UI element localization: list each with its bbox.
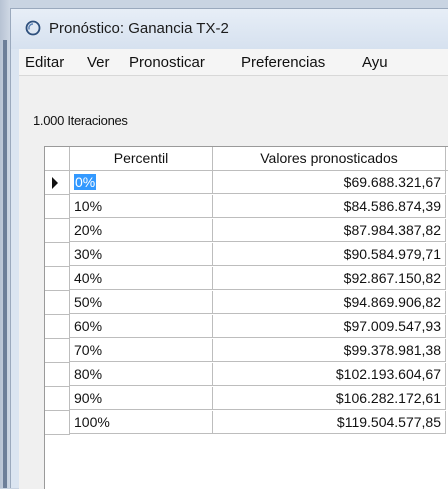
table-row[interactable]: 40% $92.867.150,82 (45, 267, 448, 291)
percentile-cell[interactable]: 40% (70, 267, 213, 290)
table-row[interactable]: 10% $84.586.874,39 (45, 195, 448, 219)
row-selector[interactable] (45, 315, 70, 339)
forecast-window: Pronóstico: Ganancia TX-2 Editar Ver Pro… (10, 8, 448, 489)
column-header-percentile[interactable]: Percentil (70, 147, 213, 170)
row-selector[interactable] (45, 291, 70, 315)
table-header: Percentil Valores pronosticados (45, 147, 448, 171)
row-selector[interactable] (45, 195, 70, 219)
table-corner[interactable] (45, 147, 70, 170)
value-cell[interactable]: $94.869.906,82 (213, 291, 446, 314)
row-selector[interactable] (45, 243, 70, 267)
percentile-cell[interactable]: 0% (70, 171, 213, 194)
percentile-table: Percentil Valores pronosticados 0% $69.6… (44, 146, 448, 489)
row-selector[interactable] (45, 339, 70, 363)
percentile-cell[interactable]: 10% (70, 195, 213, 218)
table-row[interactable]: 0% $69.688.321,67 (45, 171, 448, 195)
percentile-cell[interactable]: 80% (70, 363, 213, 386)
table-row[interactable]: 100% $119.504.577,85 (45, 411, 448, 435)
percentile-cell[interactable]: 50% (70, 291, 213, 314)
table-row[interactable]: 30% $90.584.979,71 (45, 243, 448, 267)
value-cell[interactable]: $106.282.172,61 (213, 387, 446, 410)
crystal-ball-icon (25, 20, 41, 36)
menu-preferencias[interactable]: Preferencias (241, 54, 325, 71)
iterations-count: 1.000 Iteraciones (33, 113, 128, 128)
menu-pronosticar[interactable]: Pronosticar (129, 54, 205, 71)
table-row[interactable]: 50% $94.869.906,82 (45, 291, 448, 315)
window-title: Pronóstico: Ganancia TX-2 (49, 20, 229, 37)
table-row[interactable]: 70% $99.378.981,38 (45, 339, 448, 363)
table-row[interactable]: 20% $87.984.387,82 (45, 219, 448, 243)
row-selector[interactable] (45, 387, 70, 411)
percentile-cell[interactable]: 20% (70, 219, 213, 242)
current-row-arrow-icon (52, 177, 58, 189)
percentile-cell[interactable]: 90% (70, 387, 213, 410)
table-row[interactable]: 60% $97.009.547,93 (45, 315, 448, 339)
table-row[interactable]: 90% $106.282.172,61 (45, 387, 448, 411)
percentile-cell[interactable]: 100% (70, 411, 213, 434)
row-selector[interactable] (45, 411, 70, 435)
table-row[interactable]: 80% $102.193.604,67 (45, 363, 448, 387)
value-cell[interactable]: $92.867.150,82 (213, 267, 446, 290)
value-cell[interactable]: $119.504.577,85 (213, 411, 446, 434)
percentile-cell[interactable]: 60% (70, 315, 213, 338)
row-selector[interactable] (45, 267, 70, 291)
value-cell[interactable]: $99.378.981,38 (213, 339, 446, 362)
background-window-edge (0, 0, 10, 488)
selected-percentile-text: 0% (74, 174, 97, 190)
value-cell[interactable]: $87.984.387,82 (213, 219, 446, 242)
row-selector[interactable] (45, 219, 70, 243)
value-cell[interactable]: $84.586.874,39 (213, 195, 446, 218)
value-cell[interactable]: $69.688.321,67 (213, 171, 446, 194)
title-bar[interactable]: Pronóstico: Ganancia TX-2 (11, 9, 448, 49)
percentile-cell[interactable]: 70% (70, 339, 213, 362)
menu-ayuda[interactable]: Ayu (362, 54, 388, 71)
menu-bar: Editar Ver Pronosticar Preferencias Ayu (19, 49, 448, 76)
column-header-forecast-values[interactable]: Valores pronosticados (213, 147, 446, 170)
value-cell[interactable]: $102.193.604,67 (213, 363, 446, 386)
menu-ver[interactable]: Ver (87, 54, 110, 71)
background-window-accent (3, 40, 7, 488)
value-cell[interactable]: $97.009.547,93 (213, 315, 446, 338)
value-cell[interactable]: $90.584.979,71 (213, 243, 446, 266)
menu-editar[interactable]: Editar (25, 54, 64, 71)
row-selector[interactable] (45, 363, 70, 387)
window-content: Editar Ver Pronosticar Preferencias Ayu … (19, 49, 448, 489)
percentile-cell[interactable]: 30% (70, 243, 213, 266)
row-selector[interactable] (45, 171, 70, 195)
